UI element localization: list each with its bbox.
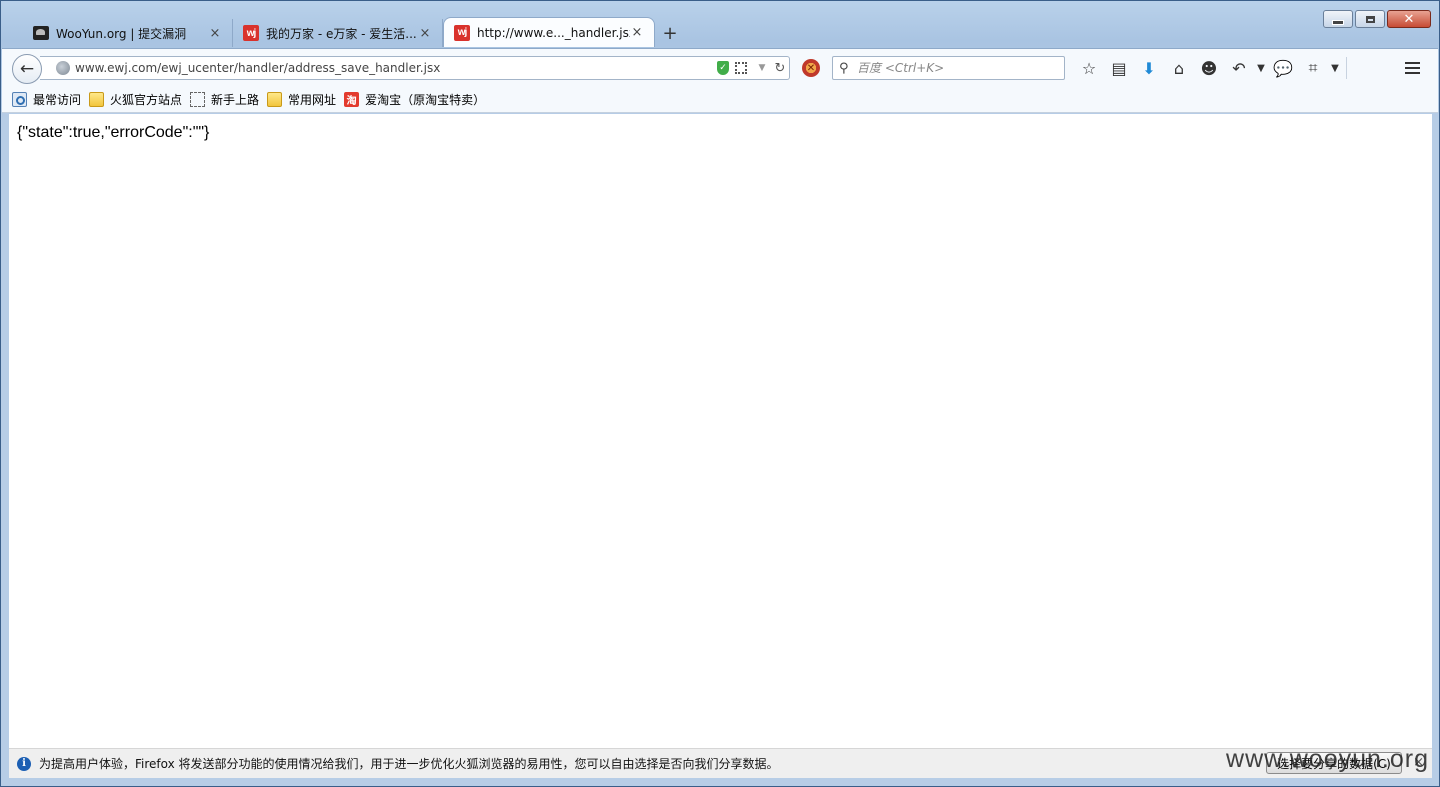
- qr-code-icon[interactable]: [735, 62, 747, 74]
- wj-favicon-icon: wj: [243, 25, 259, 41]
- back-button[interactable]: ←: [12, 54, 42, 84]
- navigation-toolbar: www.ewj.com/ewj_ucenter/handler/address_…: [2, 48, 1438, 87]
- bookmarks-toolbar: 最常访问 火狐官方站点 新手上路 常用网址 淘 爱淘宝（原淘宝特卖）: [2, 87, 1438, 113]
- feedback-bubble-icon[interactable]: 💬: [1268, 57, 1298, 79]
- dropdown-arrow-icon[interactable]: ▼: [1254, 57, 1268, 79]
- tab-close-icon[interactable]: ×: [208, 26, 222, 41]
- bookmark-label: 最常访问: [33, 93, 82, 107]
- wj-logo-icon: wj: [454, 24, 470, 41]
- notification-bar: i 为提高用户体验，Firefox 将发送部分功能的使用情况给我们，用于进一步优…: [9, 748, 1432, 778]
- tab-title: http://www.e..._handler.jsx: [477, 25, 630, 40]
- restore-icon: [1365, 15, 1375, 23]
- reading-list-icon[interactable]: ▤: [1104, 57, 1134, 79]
- download-icon[interactable]: ⬇: [1134, 57, 1164, 79]
- bookmark-firefox-sites[interactable]: 火狐官方站点: [89, 91, 182, 108]
- screenshot-crop-icon[interactable]: ⌗: [1298, 57, 1328, 79]
- shield-icon[interactable]: ✓: [717, 61, 729, 75]
- undo-icon[interactable]: ↶: [1224, 57, 1254, 79]
- page-content: {"state":true,"errorCode":""}: [9, 114, 1432, 748]
- bookmark-label: 新手上路: [211, 93, 260, 107]
- back-arrow-icon: ←: [19, 59, 35, 79]
- tab-title: 我的万家 - e万家 - 爱生活...: [266, 26, 417, 41]
- url-bar[interactable]: www.ewj.com/ewj_ucenter/handler/address_…: [40, 56, 790, 80]
- search-input[interactable]: [857, 61, 1052, 75]
- most-visited-icon: [12, 92, 27, 107]
- bookmark-most-visited[interactable]: 最常访问: [12, 91, 81, 108]
- page-icon: [190, 92, 206, 107]
- window-caption-buttons: ✕: [1323, 10, 1431, 28]
- search-bar[interactable]: ⚲: [832, 56, 1065, 80]
- chat-smile-icon[interactable]: ☻: [1194, 57, 1224, 79]
- tab-handler-selected[interactable]: wj http://www.e..._handler.jsx ×: [443, 17, 655, 47]
- watermark-text: www.wooyun.org: [1226, 745, 1429, 773]
- bookmark-star-icon[interactable]: ☆: [1074, 57, 1104, 79]
- wj-favicon-icon: wj: [454, 24, 470, 41]
- tab-wooyun[interactable]: WooYun.org | 提交漏洞 ×: [23, 19, 233, 47]
- adblock-icon[interactable]: ✕: [802, 59, 820, 77]
- folder-icon: [89, 92, 105, 107]
- close-icon: ✕: [1403, 11, 1415, 27]
- taobao-icon: 淘: [344, 92, 360, 107]
- dropdown-arrow-icon[interactable]: ▼: [753, 63, 771, 73]
- search-icon: ⚲: [839, 60, 849, 76]
- wj-logo-icon: wj: [243, 25, 259, 41]
- minimize-icon: [1332, 19, 1344, 25]
- tab-close-icon[interactable]: ×: [418, 26, 432, 41]
- tab-close-icon[interactable]: ×: [630, 25, 644, 40]
- bookmark-label: 常用网址: [288, 93, 337, 107]
- tab-title: WooYun.org | 提交漏洞: [56, 26, 187, 41]
- json-response-text: {"state":true,"errorCode":""}: [17, 124, 210, 141]
- tab-strip: WooYun.org | 提交漏洞 × wj 我的万家 - e万家 - 爱生活.…: [23, 17, 685, 47]
- bookmark-aitaobao[interactable]: 淘 爱淘宝（原淘宝特卖）: [344, 91, 485, 108]
- globe-icon[interactable]: [56, 61, 70, 75]
- wooyun-logo-icon: [33, 26, 49, 40]
- bookmark-common-sites[interactable]: 常用网址: [267, 91, 336, 108]
- wooyun-favicon-icon: [33, 25, 49, 41]
- url-text[interactable]: www.ewj.com/ewj_ucenter/handler/address_…: [75, 61, 717, 75]
- minimize-button[interactable]: [1323, 10, 1353, 28]
- toolbar-icons: ☆ ▤ ⬇ ⌂ ☻ ↶ ▼ 💬 ⌗ ▼: [1074, 57, 1351, 79]
- tab-ewj-account[interactable]: wj 我的万家 - e万家 - 爱生活... ×: [233, 19, 443, 47]
- maximize-button[interactable]: [1355, 10, 1385, 28]
- toolbar-separator: [1346, 57, 1347, 79]
- folder-icon: [267, 92, 283, 107]
- new-tab-button[interactable]: +: [655, 19, 685, 47]
- browser-window: ✕ WooYun.org | 提交漏洞 × wj 我的万家 - e万家 - 爱生…: [0, 0, 1440, 787]
- hamburger-menu-icon[interactable]: [1400, 57, 1424, 79]
- home-icon[interactable]: ⌂: [1164, 57, 1194, 79]
- reload-icon[interactable]: ↻: [771, 61, 789, 76]
- close-window-button[interactable]: ✕: [1387, 10, 1431, 28]
- info-icon: i: [17, 756, 31, 771]
- dropdown-arrow-icon[interactable]: ▼: [1328, 57, 1342, 79]
- notification-text: 为提高用户体验，Firefox 将发送部分功能的使用情况给我们，用于进一步优化火…: [39, 757, 779, 771]
- bookmark-getting-started[interactable]: 新手上路: [190, 91, 259, 108]
- bookmark-label: 火狐官方站点: [110, 93, 183, 107]
- bookmark-label: 爱淘宝（原淘宝特卖）: [365, 93, 486, 107]
